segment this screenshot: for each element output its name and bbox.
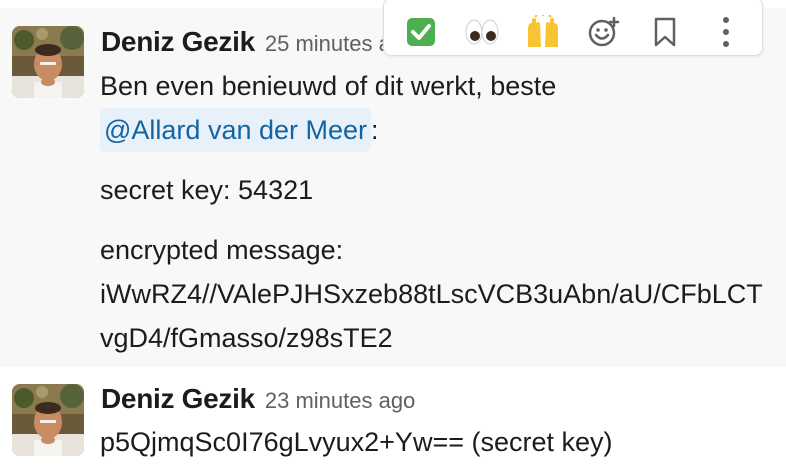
- message-header: Deniz Gezik 25 minutes ago: [101, 26, 415, 58]
- save-for-later-button[interactable]: [643, 10, 687, 54]
- message-text: Ben even benieuwd of dit werkt, beste: [100, 71, 557, 101]
- message-actions-toolbar: [383, 0, 763, 56]
- react-raised-hands-button[interactable]: [521, 10, 565, 54]
- message-item[interactable]: Deniz Gezik 25 minutes ago Ben even benie…: [0, 0, 786, 367]
- raised-hands-emoji-icon: [527, 15, 558, 47]
- react-check-mark-button[interactable]: [399, 10, 443, 54]
- bookmark-icon: [654, 17, 675, 47]
- more-actions-button[interactable]: [704, 10, 748, 54]
- add-reaction-button[interactable]: [582, 10, 626, 54]
- sender-name[interactable]: Deniz Gezik: [101, 383, 255, 414]
- message-text: p5QjmqSc0I76gLvyux2+Yw== (secret key): [100, 427, 613, 457]
- secret-key-line: secret key: 54321: [100, 175, 314, 205]
- add-reaction-icon: [588, 16, 619, 47]
- message-timestamp[interactable]: 23 minutes ago: [265, 388, 415, 413]
- message-paragraph: Ben even benieuwd of dit werkt, beste @Al…: [100, 64, 772, 152]
- message-header: Deniz Gezik 23 minutes ago: [101, 383, 415, 415]
- vertical-ellipsis-icon: [722, 17, 729, 47]
- user-mention[interactable]: @Allard van der Meer: [100, 108, 372, 152]
- react-eyes-button[interactable]: [460, 10, 504, 54]
- message-paragraph: secret key: 54321: [100, 168, 772, 212]
- message-paragraph: encrypted message: iWwRZ4//VAlePJHSxzeb88…: [100, 228, 772, 360]
- eyes-emoji-icon: [465, 19, 498, 45]
- mention-suffix: :: [371, 115, 379, 145]
- avatar[interactable]: [12, 26, 84, 98]
- message-body: Ben even benieuwd of dit werkt, beste @Al…: [100, 64, 772, 360]
- sender-name[interactable]: Deniz Gezik: [101, 26, 255, 57]
- message-paragraph: p5QjmqSc0I76gLvyux2+Yw== (secret key): [100, 420, 772, 464]
- message-item[interactable]: Deniz Gezik 23 minutes ago p5QjmqSc0I76gL…: [0, 367, 786, 476]
- encrypted-value: iWwRZ4//VAlePJHSxzeb88tLscVCB3uAbn/aU/CF…: [100, 279, 763, 353]
- encrypted-label: encrypted message:: [100, 235, 344, 265]
- message-body: p5QjmqSc0I76gLvyux2+Yw== (secret key): [100, 420, 772, 464]
- white-check-mark-emoji-icon: [406, 18, 435, 46]
- avatar[interactable]: [12, 384, 84, 456]
